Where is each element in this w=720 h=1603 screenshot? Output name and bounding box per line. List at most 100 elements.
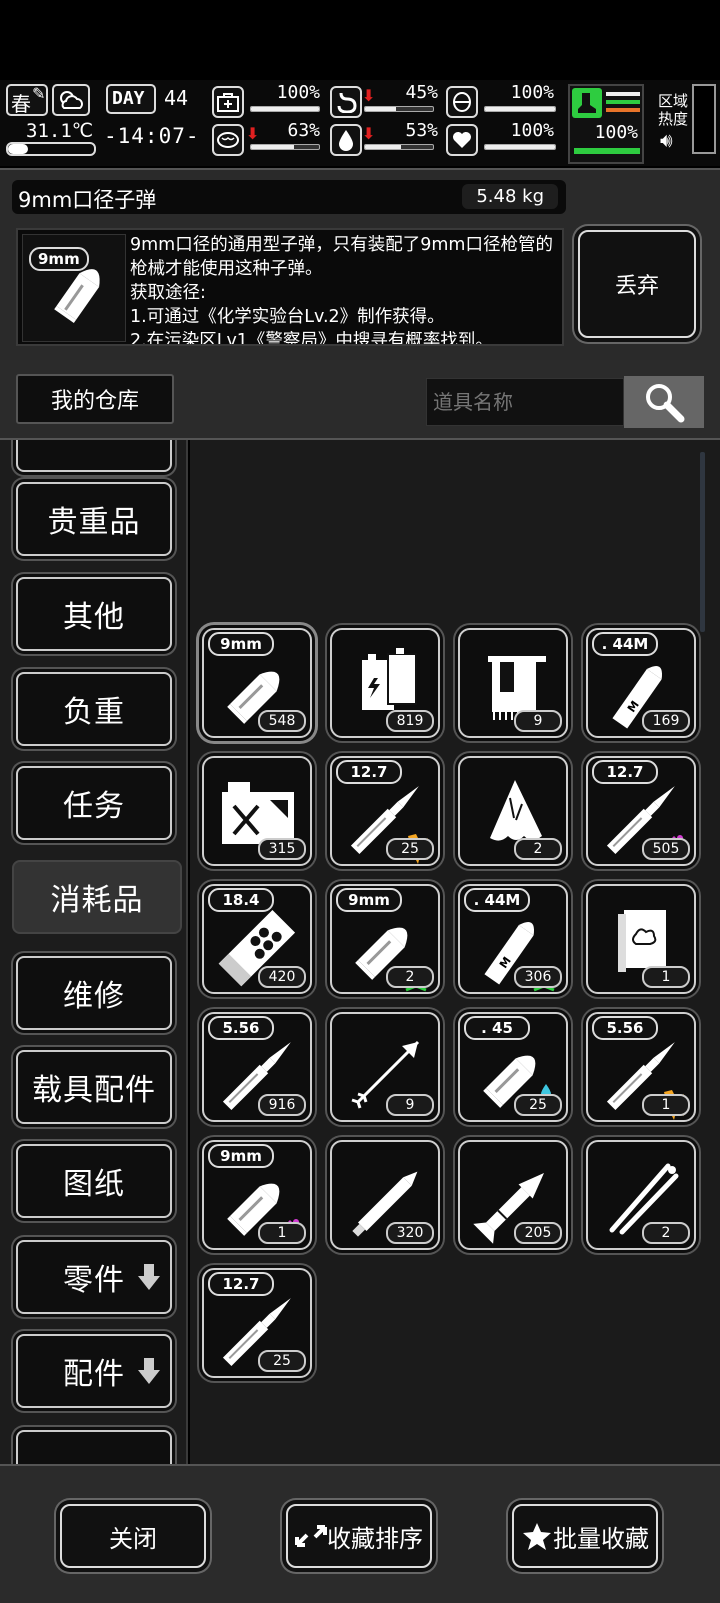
speaker-icon[interactable]: 🔊︎ xyxy=(660,128,673,152)
item-count: 9 xyxy=(386,1094,434,1116)
stamina-value: 63% xyxy=(287,120,320,141)
inventory-slot[interactable]: 12.7 505 xyxy=(586,756,696,866)
hunger-bar xyxy=(364,106,434,112)
status-bar: 春 ✎ 31.1℃ DAY 44 -14:07- 100% ⬇ 45% 100%… xyxy=(0,80,720,166)
armor-bar xyxy=(484,106,556,112)
item-count: 306 xyxy=(514,966,562,988)
inventory-slot[interactable]: 5.56 1 xyxy=(586,1012,696,1122)
category-item-valuables[interactable]: 贵重品 xyxy=(16,482,172,556)
inventory-slot[interactable]: 2 xyxy=(586,1140,696,1250)
caliber-tag: 9mm xyxy=(208,632,274,656)
inventory-slot[interactable]: 12.7 25 xyxy=(202,1268,312,1378)
inventory-slot[interactable]: 315 xyxy=(202,756,312,866)
water-bar xyxy=(364,144,434,150)
inventory-slot[interactable]: 2 xyxy=(458,756,568,866)
warehouse-tab[interactable]: 我的仓库 xyxy=(16,374,174,424)
item-count: 25 xyxy=(258,1350,306,1372)
item-info-panel: 9mm口径子弹 5.48 kg 9mm 9mm口径的通用型子弹，只有装配了9mm… xyxy=(0,168,720,362)
category-item-accessories[interactable]: 配件 xyxy=(16,1334,172,1408)
search-button[interactable] xyxy=(624,376,704,428)
item-count: 320 xyxy=(386,1222,434,1244)
inventory-slot[interactable]: 9 xyxy=(458,628,568,738)
inventory-slot[interactable]: 1 xyxy=(586,884,696,994)
water-value: 53% xyxy=(405,120,438,141)
caliber-tag: 5.56 xyxy=(208,1016,274,1040)
category-item-repair[interactable]: 维修 xyxy=(16,956,172,1030)
expand-arrow-icon xyxy=(138,1264,160,1290)
item-count: 1 xyxy=(642,966,690,988)
item-count: 315 xyxy=(258,838,306,860)
item-count: 420 xyxy=(258,966,306,988)
bottom-bar: 关闭 收藏排序 批量收藏 xyxy=(0,1464,720,1603)
category-item-blueprints[interactable]: 图纸 xyxy=(16,1144,172,1218)
stamina-bar xyxy=(250,144,320,150)
inventory-slot[interactable]: M. 44M 306 xyxy=(458,884,568,994)
inventory-slot[interactable]: 205 xyxy=(458,1140,568,1250)
armor-value: 100% xyxy=(510,82,554,103)
category-item-hidden[interactable] xyxy=(16,440,172,472)
day-number: 44 xyxy=(164,86,189,110)
inventory-slot[interactable]: 5.56 916 xyxy=(202,1012,312,1122)
category-item-other[interactable]: 其他 xyxy=(16,577,172,651)
inventory-slot[interactable]: 9mm 2 xyxy=(330,884,440,994)
discard-button[interactable]: 丢弃 xyxy=(578,230,696,338)
item-name: 9mm口径子弹 xyxy=(18,188,157,212)
season-badge: 春 ✎ xyxy=(6,84,48,116)
category-sidebar: 贵重品 其他 负重 任务 消耗品 维修 载具配件 图纸 零件 配件 xyxy=(0,440,188,1464)
inventory-slot[interactable]: 9 xyxy=(330,1012,440,1122)
item-count: 505 xyxy=(642,838,690,860)
health-value: 100% xyxy=(276,82,320,103)
category-item-parts[interactable]: 零件 xyxy=(16,1240,172,1314)
sort-favorites-button[interactable]: 收藏排序 xyxy=(286,1504,432,1568)
item-count: 169 xyxy=(642,710,690,732)
category-label: 零件 xyxy=(63,1263,125,1298)
item-count: 9 xyxy=(514,710,562,732)
inventory-slot[interactable]: 12.7 25 xyxy=(330,756,440,866)
season-label: 春 xyxy=(11,92,31,116)
item-count: 25 xyxy=(514,1094,562,1116)
carry-value: 100% xyxy=(594,122,638,143)
helmet-icon xyxy=(446,86,478,118)
batch-favorite-button[interactable]: 批量收藏 xyxy=(512,1504,658,1568)
category-item-load[interactable]: 负重 xyxy=(16,672,172,746)
boot-icon xyxy=(572,88,602,118)
item-description: 9mm口径的通用型子弹，只有装配了9mm口径枪管的枪械才能使用这种子弹。 获取途… xyxy=(130,235,553,346)
category-item-next[interactable] xyxy=(16,1430,172,1464)
category-label: 配件 xyxy=(63,1357,125,1392)
caliber-tag: 9mm xyxy=(336,888,402,912)
medkit-icon xyxy=(212,86,244,118)
brain-icon xyxy=(212,124,244,156)
thermometer-icon xyxy=(6,142,96,156)
star-icon xyxy=(523,1523,551,1550)
close-label: 关闭 xyxy=(109,1524,157,1553)
water-drop-icon xyxy=(330,124,362,156)
inventory-slot[interactable]: 9mm 1 xyxy=(202,1140,312,1250)
item-count: 916 xyxy=(258,1094,306,1116)
inventory-slot[interactable]: 819 xyxy=(330,628,440,738)
item-name-bar: 9mm口径子弹 5.48 kg xyxy=(12,180,566,214)
item-weight: 5.48 kg xyxy=(462,184,558,209)
inventory-slot[interactable]: M. 44M 169 xyxy=(586,628,696,738)
heat-label: 热度 xyxy=(658,110,689,128)
category-item-vehicle-parts[interactable]: 载具配件 xyxy=(16,1050,172,1124)
item-thumbnail: 9mm xyxy=(22,234,126,342)
inventory-slot[interactable]: 320 xyxy=(330,1140,440,1250)
close-button[interactable]: 关闭 xyxy=(60,1504,206,1568)
inventory-slot[interactable]: . 45 25 xyxy=(458,1012,568,1122)
category-item-quest[interactable]: 任务 xyxy=(16,766,172,840)
item-count: 819 xyxy=(386,710,434,732)
caliber-tag: . 44M xyxy=(464,888,530,912)
category-item-consumables[interactable]: 消耗品 xyxy=(12,860,182,934)
sort-label: 收藏排序 xyxy=(327,1524,423,1553)
item-count: 2 xyxy=(642,1222,690,1244)
grid-scrollbar[interactable] xyxy=(700,452,705,632)
hunger-value: 45% xyxy=(405,82,438,103)
inventory-slot[interactable]: 18.4 420 xyxy=(202,884,312,994)
inventory-slot[interactable]: 9mm 548 xyxy=(202,628,312,738)
carry-bar xyxy=(574,148,640,154)
carry-panel: 100% xyxy=(568,84,644,164)
search-input[interactable] xyxy=(426,378,624,426)
thumb-tag: 9mm xyxy=(29,247,89,271)
item-count: 548 xyxy=(258,710,306,732)
caliber-tag: 12.7 xyxy=(592,760,658,784)
